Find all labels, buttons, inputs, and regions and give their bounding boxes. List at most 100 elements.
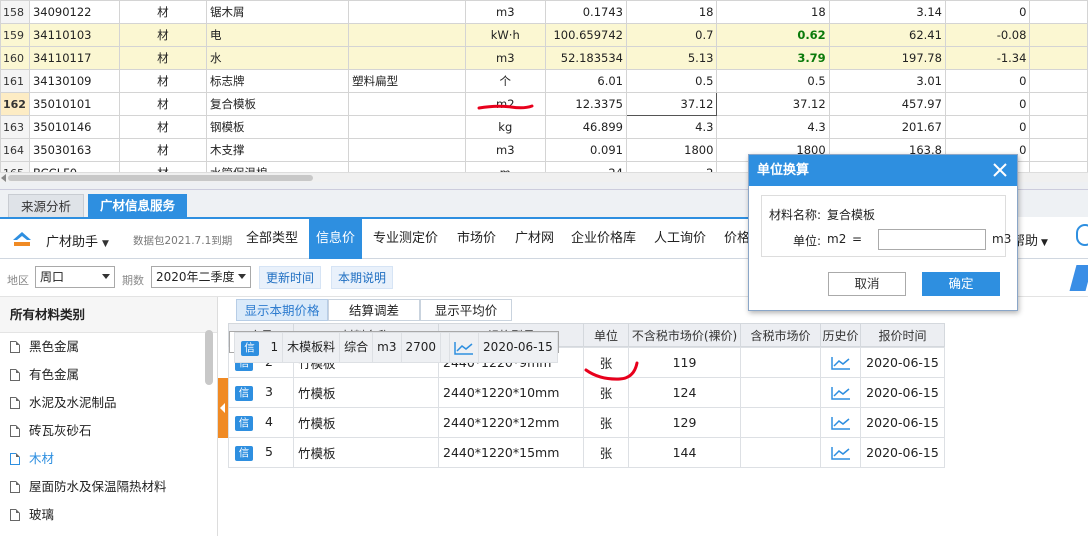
cell-total[interactable]: 3.01 xyxy=(828,69,946,93)
menu-manual-inquiry[interactable]: 人工询价 xyxy=(647,219,713,259)
cell-spec[interactable] xyxy=(348,23,466,47)
cell-budget-price[interactable]: 5.13 xyxy=(625,46,718,70)
col-history[interactable]: 历史价 xyxy=(820,323,861,347)
category-item[interactable]: 砖瓦灰砂石 xyxy=(0,417,217,445)
cell-code[interactable]: 34110103 xyxy=(28,23,120,47)
menu-market-price[interactable]: 市场价 xyxy=(450,219,503,259)
scroll-left-icon[interactable] xyxy=(1,174,6,182)
cell-type[interactable]: 材 xyxy=(118,0,207,24)
cell-code[interactable]: 35010101 xyxy=(28,92,120,116)
menu-all-types[interactable]: 全部类型 xyxy=(239,219,305,259)
cell-market-price[interactable]: 4.3 xyxy=(716,115,830,139)
cell-name[interactable]: 复合模板 xyxy=(205,92,350,116)
cell-type[interactable]: 材 xyxy=(118,115,207,139)
trend-chart-icon[interactable] xyxy=(830,446,851,460)
cell-extra[interactable] xyxy=(1029,69,1088,93)
cell-type[interactable]: 材 xyxy=(118,92,207,116)
cell-budget-price[interactable]: 0.5 xyxy=(625,69,718,93)
cell-unit[interactable]: m2 xyxy=(464,92,547,116)
cancel-button[interactable]: 取消 xyxy=(828,272,906,296)
cell-spec[interactable] xyxy=(348,138,466,162)
table-row[interactable]: 160 34110117 材 水 m3 52.183534 5.13 3.79 … xyxy=(0,46,1088,70)
cell-market-price[interactable]: 0.62 xyxy=(716,23,830,47)
tab-average-price[interactable]: 显示平均价 xyxy=(420,299,512,321)
trend-chart-icon[interactable] xyxy=(830,416,851,430)
cell-total[interactable]: 457.97 xyxy=(828,92,946,116)
region-select[interactable]: 周口 xyxy=(35,266,115,288)
cell-unit[interactable]: m3 xyxy=(464,0,547,24)
trend-chart-icon[interactable] xyxy=(830,356,851,370)
cell-spec[interactable]: 塑料扁型 xyxy=(348,69,466,93)
cell-spec[interactable] xyxy=(348,161,466,172)
col-price-incl-tax[interactable]: 含税市场价 xyxy=(740,323,821,347)
cell-qty[interactable]: 12.3375 xyxy=(545,92,627,116)
period-select[interactable]: 2020年二季度 xyxy=(151,266,251,288)
cell-unit[interactable]: 个 xyxy=(464,69,547,93)
cell-total[interactable]: 62.41 xyxy=(828,23,946,47)
grid-row[interactable]: 信4 竹模板 2440*1220*12mm 张 129 2020-06-15 xyxy=(228,407,945,438)
grid-row[interactable]: 信5 竹模板 2440*1220*15mm 张 144 2020-06-15 xyxy=(228,437,945,468)
cell-qty[interactable]: 6.01 xyxy=(545,69,627,93)
cell-diff[interactable]: 0 xyxy=(944,69,1031,93)
cell-market-price[interactable]: 18 xyxy=(716,0,830,24)
trend-chart-icon[interactable] xyxy=(454,341,474,355)
cell-budget-price-active[interactable]: 37.12 xyxy=(625,92,718,116)
cell-total[interactable]: 197.78 xyxy=(828,46,946,70)
cell-qty[interactable]: 0.091 xyxy=(545,138,627,162)
menu-material-web[interactable]: 广材网 xyxy=(508,219,561,259)
grid-row[interactable]: 信3 竹模板 2440*1220*10mm 张 124 2020-06-15 xyxy=(228,377,945,408)
cell-unit[interactable]: m3 xyxy=(464,138,547,162)
col-unit[interactable]: 单位 xyxy=(583,323,629,347)
table-row[interactable]: 163 35010146 材 钢模板 kg 46.899 4.3 4.3 201… xyxy=(0,115,1088,139)
cell-total[interactable]: 3.14 xyxy=(828,0,946,24)
cell-diff[interactable]: 0 xyxy=(944,0,1031,24)
tab-current-price[interactable]: 显示本期价格 xyxy=(236,299,328,321)
cell-market-price[interactable]: 37.12 xyxy=(716,92,830,116)
cell-budget-price[interactable]: 2 xyxy=(625,161,718,172)
cell-unit[interactable]: kW·h xyxy=(464,23,547,47)
trend-chart-icon[interactable] xyxy=(830,386,851,400)
cell-name[interactable]: 水 xyxy=(205,46,350,70)
cell-unit[interactable]: kg xyxy=(464,115,547,139)
cell-type[interactable]: 材 xyxy=(118,138,207,162)
cell-code[interactable]: BCCLF0 xyxy=(28,161,120,172)
cell-name[interactable]: 电 xyxy=(205,23,350,47)
cell-spec[interactable] xyxy=(348,0,466,24)
cell-spec[interactable] xyxy=(348,92,466,116)
cell-code[interactable]: 35010146 xyxy=(28,115,120,139)
table-row-selected[interactable]: 162 35010101 材 复合模板 m2 12.3375 37.12 37.… xyxy=(0,92,1088,116)
category-item[interactable]: 屋面防水及保温隔热材料 xyxy=(0,473,217,501)
category-item[interactable]: 有色金属 xyxy=(0,361,217,389)
tab-settlement-adjust[interactable]: 结算调差 xyxy=(328,299,420,321)
close-icon[interactable] xyxy=(991,161,1009,179)
cell-extra[interactable] xyxy=(1029,92,1088,116)
menu-professional-price[interactable]: 专业测定价 xyxy=(366,219,445,259)
cell-code[interactable]: 34090122 xyxy=(28,0,120,24)
period-note-button[interactable]: 本期说明 xyxy=(331,266,394,289)
cell-market-price[interactable]: 0.5 xyxy=(716,69,830,93)
cell-market-price[interactable]: 3.79 xyxy=(716,46,830,70)
cell-extra[interactable] xyxy=(1029,138,1088,162)
cell-code[interactable]: 34130109 xyxy=(28,69,120,93)
confirm-button[interactable]: 确定 xyxy=(922,272,1000,296)
cell-name[interactable]: 水管保温棉 xyxy=(205,161,350,172)
cell-budget-price[interactable]: 18 xyxy=(625,0,718,24)
category-item[interactable]: 水泥及水泥制品 xyxy=(0,389,217,417)
cell-qty[interactable]: 52.183534 xyxy=(545,46,627,70)
cell-code[interactable]: 34110117 xyxy=(28,46,120,70)
category-item-active[interactable]: 木材 xyxy=(0,445,217,473)
category-item[interactable]: 黑色金属 xyxy=(0,333,217,361)
cell-budget-price[interactable]: 4.3 xyxy=(625,115,718,139)
cell-extra[interactable] xyxy=(1029,115,1088,139)
col-price-excl-tax[interactable]: 不含税市场价(裸价) xyxy=(628,323,741,347)
tab-source-analysis[interactable]: 来源分析 xyxy=(8,194,85,217)
scrollbar-thumb[interactable] xyxy=(8,175,313,181)
cell-spec[interactable] xyxy=(348,46,466,70)
cell-budget-price[interactable]: 0.7 xyxy=(625,23,718,47)
cell-extra[interactable] xyxy=(1029,0,1088,24)
table-row[interactable]: 161 34130109 材 标志牌 塑料扁型 个 6.01 0.5 0.5 3… xyxy=(0,69,1088,93)
cell-type[interactable]: 材 xyxy=(118,69,207,93)
update-time-button[interactable]: 更新时间 xyxy=(259,266,322,289)
cell-diff[interactable]: 0 xyxy=(944,92,1031,116)
cell-type[interactable]: 材 xyxy=(118,161,207,172)
